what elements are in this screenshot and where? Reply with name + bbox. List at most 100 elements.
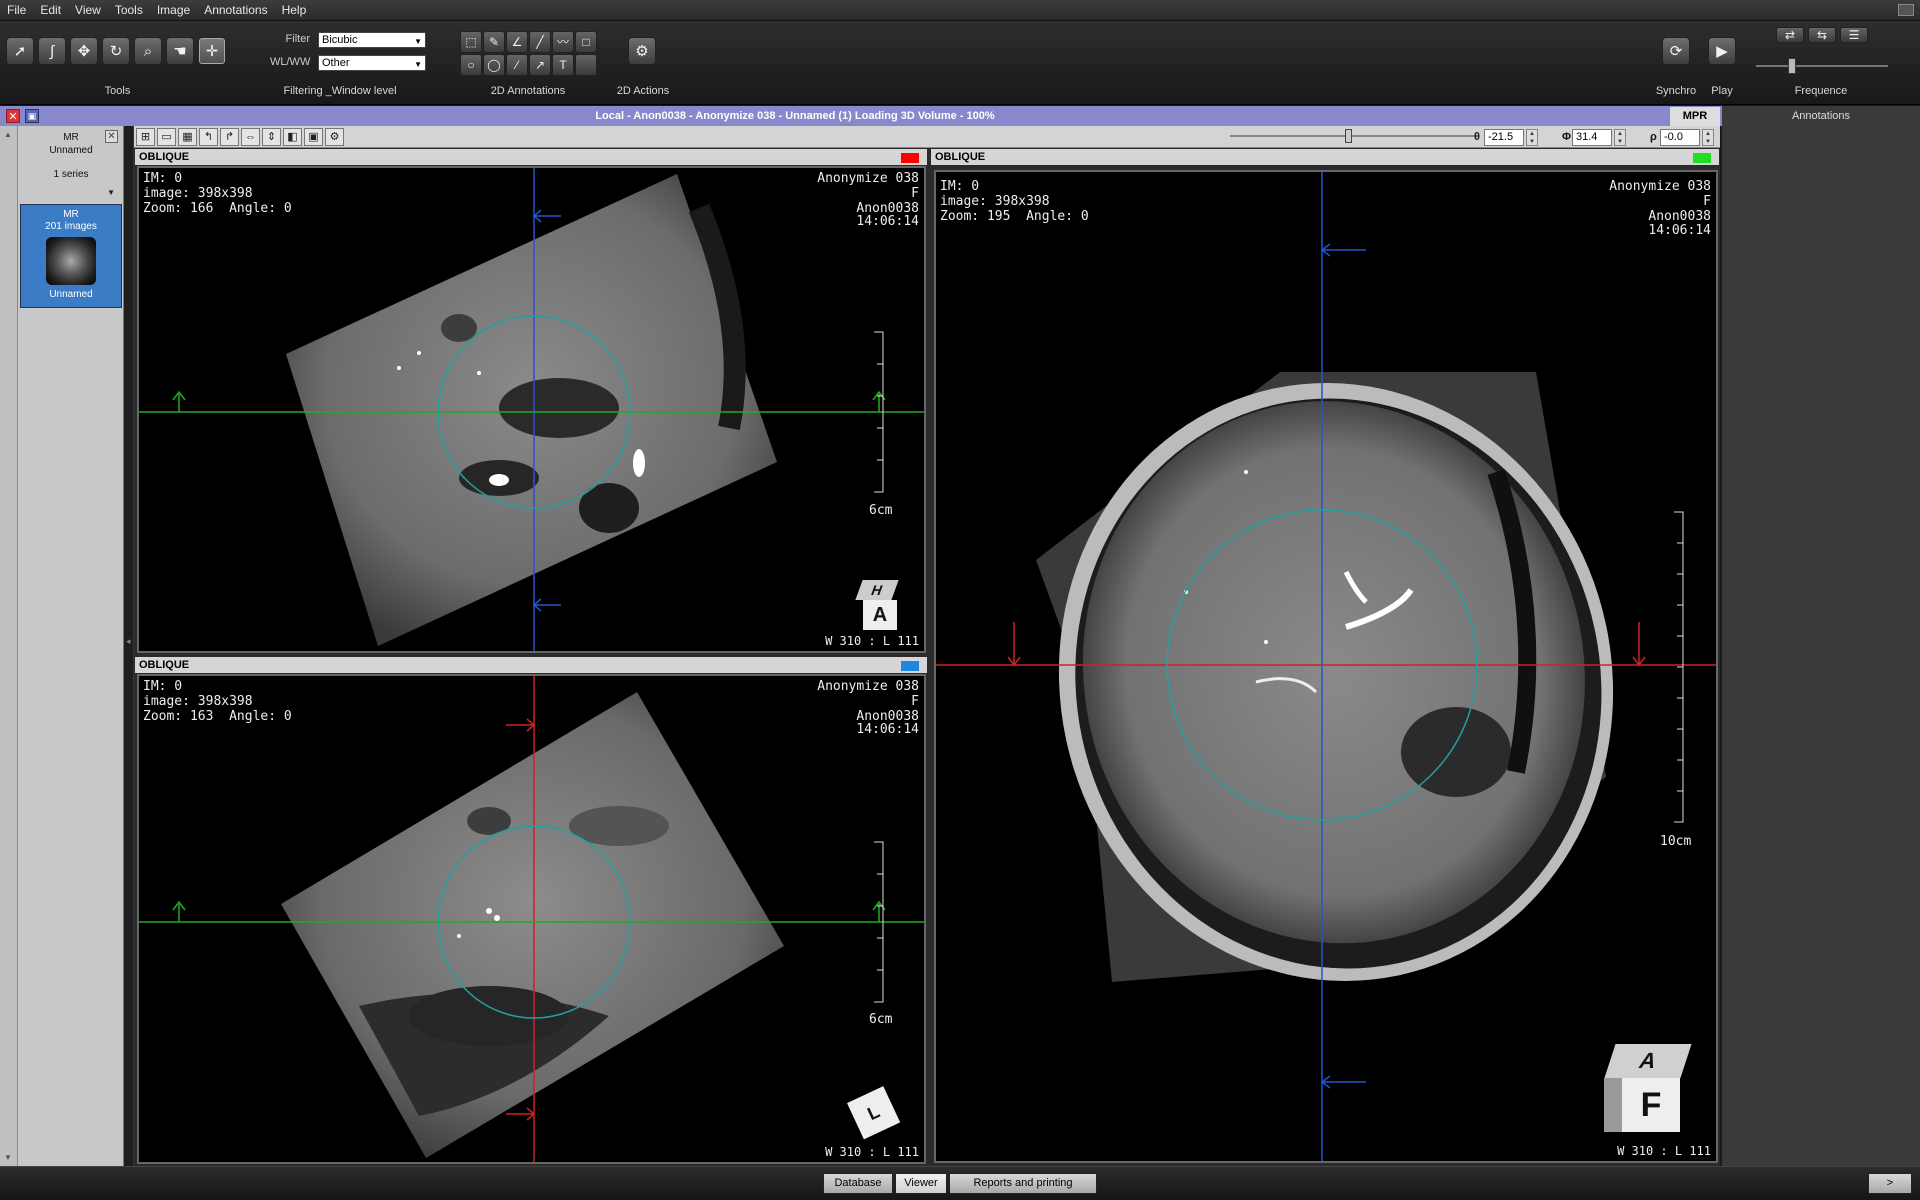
- angle-button[interactable]: ∠: [506, 31, 528, 53]
- blank-tool-button[interactable]: [575, 54, 597, 76]
- tab-mpr[interactable]: MPR: [1670, 107, 1720, 126]
- theta-label: θ: [1474, 131, 1480, 143]
- series-expand-icon[interactable]: ▼: [107, 188, 115, 197]
- phi-input[interactable]: 31.4: [1572, 129, 1612, 146]
- magnifier-icon: ⌕: [143, 42, 153, 60]
- arrow-icon: ↗: [534, 58, 546, 72]
- mip-button[interactable]: ▣: [304, 128, 323, 146]
- filtering-label: Filtering _Window level: [283, 85, 397, 97]
- move-icon: ✥: [77, 42, 91, 60]
- ellipse-button[interactable]: ○: [460, 54, 482, 76]
- play-button[interactable]: ▶: [1708, 37, 1736, 65]
- invert-button[interactable]: ◧: [283, 128, 302, 146]
- close-window-button[interactable]: ✕: [6, 109, 20, 123]
- pencil-button[interactable]: ✎: [483, 31, 505, 53]
- pointer-tool-button[interactable]: ➚: [6, 37, 34, 65]
- series-close-button[interactable]: ✕: [105, 130, 118, 143]
- text-button[interactable]: T: [552, 54, 574, 76]
- viewport-2-header: OBLIQUE: [135, 657, 927, 673]
- viewer-settings-button[interactable]: ⚙: [325, 128, 344, 146]
- tab-database[interactable]: Database: [823, 1173, 893, 1194]
- viewport-1-im: IM: 0: [143, 171, 183, 186]
- text-icon: T: [559, 58, 567, 72]
- viewport-2-color: [901, 661, 919, 671]
- rotate-tool-button[interactable]: ↻: [102, 37, 130, 65]
- rho-input[interactable]: -0.0: [1660, 129, 1700, 146]
- cube-front-face: L: [847, 1086, 901, 1140]
- viewport-2-image: [139, 676, 924, 1162]
- layout-icon: ⊞: [140, 131, 151, 143]
- theta-spinner[interactable]: ▲ ▼: [1526, 129, 1538, 146]
- restore-view-button[interactable]: ▣: [25, 109, 39, 123]
- flip-v-icon: ⇕: [266, 131, 277, 143]
- viewport-3-zoom: Zoom: 195 Angle: 0: [940, 209, 1089, 224]
- flip-h-icon: ⇔: [245, 131, 256, 143]
- flip-horizontal-button[interactable]: ⇔: [241, 128, 260, 146]
- menu-file[interactable]: File: [0, 0, 33, 21]
- wlww-select[interactable]: Other ▼: [318, 55, 426, 71]
- menu-tools[interactable]: Tools: [108, 0, 150, 21]
- rotate-right-button[interactable]: ↱: [220, 128, 239, 146]
- filter-select[interactable]: Bicubic ▼: [318, 32, 426, 48]
- loop-button[interactable]: ⇄: [1776, 27, 1804, 43]
- viewport-1[interactable]: IM: 0 image: 398x398 Zoom: 166 Angle: 0 …: [137, 166, 926, 653]
- hand-icon: ☚: [173, 42, 187, 60]
- synchro-button[interactable]: ⟳: [1662, 37, 1690, 65]
- rect-select-button[interactable]: ⬚: [460, 31, 482, 53]
- window-restore-button[interactable]: [1898, 4, 1914, 16]
- tab-viewer[interactable]: Viewer: [895, 1173, 947, 1194]
- menu-help[interactable]: Help: [275, 0, 314, 21]
- menu-annotations[interactable]: Annotations: [197, 0, 274, 21]
- frequence-slider[interactable]: [1756, 65, 1888, 67]
- rotate-left-button[interactable]: ↰: [199, 128, 218, 146]
- polyline-button[interactable]: 〰: [552, 31, 574, 53]
- viewport-3-im: IM: 0: [940, 179, 980, 194]
- hand-tool-button[interactable]: ☚: [166, 37, 194, 65]
- panel-splitter[interactable]: ◂: [124, 126, 134, 1166]
- scroll-up-icon[interactable]: ▲: [4, 130, 12, 139]
- tab-reports[interactable]: Reports and printing: [949, 1173, 1097, 1194]
- thickness-slider[interactable]: [1230, 135, 1476, 137]
- layout-1-button[interactable]: ▭: [157, 128, 176, 146]
- frequence-slider-thumb[interactable]: [1788, 58, 1796, 74]
- zoom-tool-button[interactable]: ⌕: [134, 37, 162, 65]
- viewport-1-title: OBLIQUE: [139, 151, 190, 163]
- arrow-button[interactable]: ↗: [529, 54, 551, 76]
- window-icon: ▣: [27, 111, 37, 121]
- left-scroll-strip[interactable]: ▲ ▼: [0, 126, 18, 1166]
- actions-button[interactable]: ⚙: [628, 37, 656, 65]
- collapse-icon[interactable]: ◂: [126, 636, 131, 647]
- theta-input[interactable]: -21.5: [1484, 129, 1524, 146]
- thickness-slider-thumb[interactable]: [1345, 129, 1352, 143]
- circle-button[interactable]: ◯: [483, 54, 505, 76]
- crosshair-icon: ✛: [205, 42, 219, 60]
- sequence-button[interactable]: ☰: [1840, 27, 1868, 43]
- rectangle-button[interactable]: □: [575, 31, 597, 53]
- viewport-3[interactable]: IM: 0 image: 398x398 Zoom: 195 Angle: 0 …: [934, 170, 1718, 1163]
- brush-button[interactable]: ⁄: [506, 54, 528, 76]
- scroll-down-icon[interactable]: ▼: [4, 1153, 12, 1162]
- menu-edit[interactable]: Edit: [33, 0, 68, 21]
- orientation-cube-1[interactable]: H A: [855, 576, 905, 632]
- layout-4-button[interactable]: ▦: [178, 128, 197, 146]
- bounce-icon: ⇆: [1816, 28, 1828, 42]
- viewport-3-sex: F: [1703, 194, 1711, 209]
- rho-spinner[interactable]: ▲ ▼: [1702, 129, 1714, 146]
- orientation-cube-3[interactable]: A F: [1598, 1042, 1698, 1142]
- flip-vertical-button[interactable]: ⇕: [262, 128, 281, 146]
- tab-annotations[interactable]: Annotations: [1722, 106, 1920, 126]
- viewport-2[interactable]: IM: 0 image: 398x398 Zoom: 163 Angle: 0 …: [137, 674, 926, 1164]
- menu-image[interactable]: Image: [150, 0, 197, 21]
- phi-spinner[interactable]: ▲ ▼: [1614, 129, 1626, 146]
- pan-tool-button[interactable]: ✥: [70, 37, 98, 65]
- layout-3-button[interactable]: ⊞: [136, 128, 155, 146]
- synchro-label: Synchro: [1655, 85, 1697, 97]
- line-button[interactable]: ╱: [529, 31, 551, 53]
- viewport-3-header: OBLIQUE: [931, 149, 1719, 165]
- bounce-button[interactable]: ⇆: [1808, 27, 1836, 43]
- series-thumbnail[interactable]: MR 201 images Unnamed: [20, 204, 122, 308]
- menu-view[interactable]: View: [68, 0, 108, 21]
- more-button[interactable]: >: [1868, 1173, 1912, 1194]
- crosshair-tool-button[interactable]: ✛: [198, 37, 226, 65]
- wl-tool-button[interactable]: ∫: [38, 37, 66, 65]
